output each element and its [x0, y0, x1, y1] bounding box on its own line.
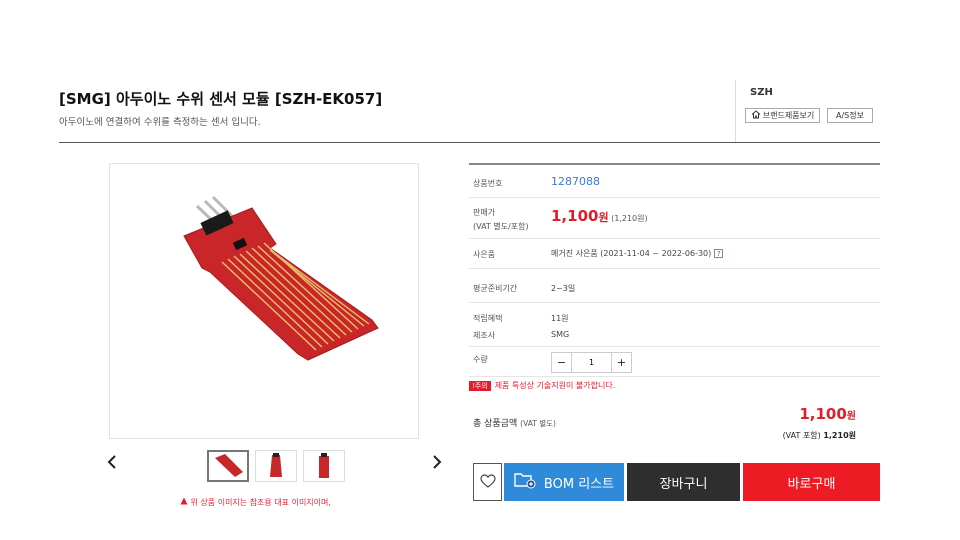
image-reference-note: 위 상품 이미지는 참조용 대표 이미지이며,: [180, 497, 331, 508]
row-divider: [469, 238, 880, 239]
gift-value: 메거진 사은품 (2021-11-04 ~ 2022-06-30): [551, 249, 712, 258]
price-value: 1,100: [551, 207, 599, 225]
total-unit: 원: [846, 411, 856, 422]
brand-name: SZH: [750, 87, 773, 98]
points-label: 적립혜택: [473, 314, 503, 323]
home-icon: [751, 110, 761, 121]
total-vat-label: (VAT 포함): [782, 431, 821, 440]
thumbnail-2[interactable]: [255, 450, 297, 482]
header-divider: [59, 142, 880, 143]
code-label: 상품번호: [473, 179, 503, 188]
quantity-minus-button[interactable]: −: [551, 352, 572, 373]
maker-label: 제조사: [473, 331, 496, 340]
total-vat: (VAT 포함) 1,210원: [740, 430, 856, 441]
quantity-stepper: − +: [551, 352, 632, 373]
lead-time-label: 평균준비기간: [473, 284, 518, 293]
product-title: [SMG] 아두이노 수위 센서 모듈 [SZH-EK057]: [59, 90, 383, 108]
folder-add-icon: [514, 471, 536, 493]
warning-tag: !주의: [469, 380, 491, 391]
wishlist-button[interactable]: [473, 463, 502, 501]
thumbnail-3[interactable]: [303, 450, 345, 482]
as-info-button[interactable]: A/S정보: [827, 108, 873, 123]
row-divider: [469, 197, 880, 198]
total-price: 1,100원: [780, 404, 856, 423]
gift-label: 사은품: [473, 250, 496, 259]
product-main-image: [109, 163, 419, 439]
maker-value: SMG: [551, 330, 570, 339]
quantity-plus-button[interactable]: +: [611, 352, 632, 373]
total-vat-value: 1,210원: [823, 431, 856, 440]
cart-button[interactable]: 장바구니: [627, 463, 740, 501]
info-top-divider: [469, 163, 880, 165]
total-value: 1,100: [799, 405, 847, 423]
heart-icon: [479, 473, 496, 492]
total-label-note: (VAT 별도): [520, 419, 556, 428]
price-vat: (1,210원): [611, 214, 648, 223]
bom-list-label: BOM 리스트: [543, 476, 615, 492]
price-block: 1,100원 (1,210원): [551, 207, 648, 225]
product-subtitle: 아두이노에 연결하여 수위를 측정하는 센서 입니다.: [59, 117, 261, 128]
brand-products-button[interactable]: 브랜드제품보기: [745, 108, 820, 123]
points-value: 11원: [551, 314, 569, 323]
quantity-label: 수량: [473, 355, 488, 364]
total-label: 총 상품금액: [473, 419, 518, 429]
brand-products-label: 브랜드제품보기: [762, 111, 815, 120]
row-divider: [469, 302, 880, 303]
thumbnail-1[interactable]: [207, 450, 249, 482]
support-warning: !주의 제품 특성상 기술지원이 불가합니다.: [469, 380, 615, 391]
row-divider: [469, 268, 880, 269]
brand-panel: SZH 브랜드제품보기 A/S정보: [735, 80, 880, 142]
gift-block: 메거진 사은품 (2021-11-04 ~ 2022-06-30)?: [551, 248, 724, 259]
row-divider: [469, 376, 880, 377]
quantity-input[interactable]: [572, 352, 611, 373]
price-label: 판매가: [473, 208, 496, 217]
chevron-right-icon[interactable]: [432, 454, 442, 475]
bom-list-button[interactable]: BOM 리스트: [504, 463, 624, 501]
code-value: 1287088: [551, 175, 600, 188]
warning-icon: [180, 497, 191, 507]
help-icon[interactable]: ?: [714, 249, 724, 258]
warning-text: 제품 특성상 기술지원이 불가합니다.: [494, 381, 616, 390]
water-sensor-illustration: [183, 195, 379, 361]
image-note-text: 위 상품 이미지는 참조용 대표 이미지이며,: [190, 498, 331, 507]
buy-now-button[interactable]: 바로구매: [743, 463, 880, 501]
lead-time-value: 2~3일: [551, 284, 576, 293]
total-label-block: 총 상품금액 (VAT 별도): [473, 416, 556, 429]
chevron-left-icon[interactable]: [107, 454, 117, 475]
price-unit: 원: [598, 211, 609, 224]
row-divider: [469, 346, 880, 347]
price-label-vat: (VAT 별도/포함): [473, 222, 529, 231]
